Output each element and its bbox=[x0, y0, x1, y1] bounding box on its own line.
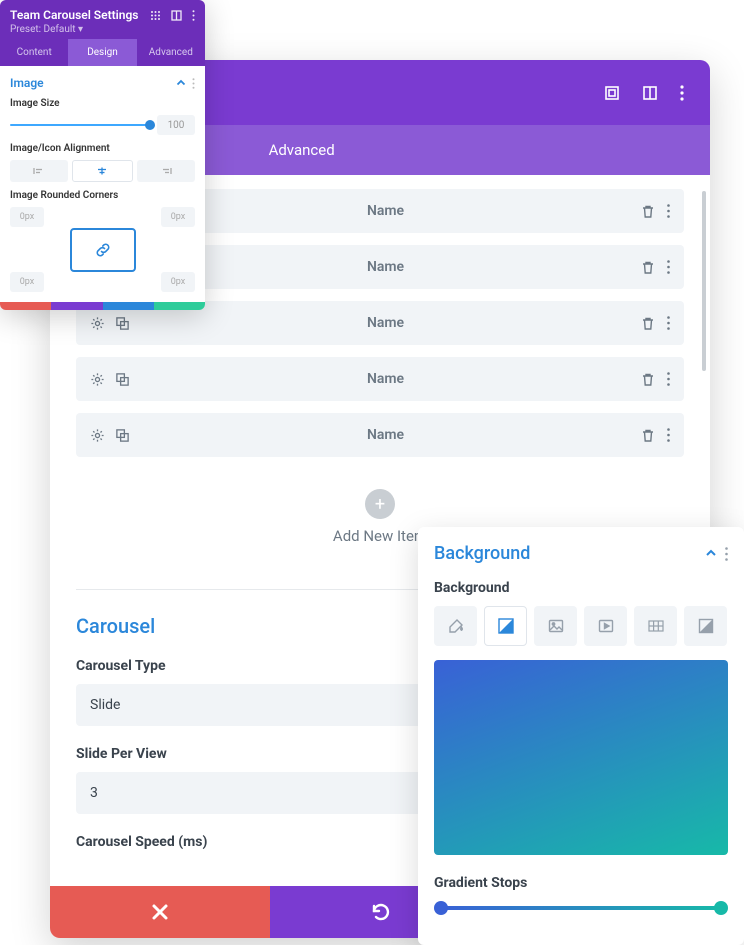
duplicate-icon[interactable] bbox=[115, 372, 130, 387]
duplicate-icon[interactable] bbox=[115, 316, 130, 331]
image-section-header[interactable]: Image bbox=[10, 76, 195, 90]
add-item-button[interactable]: + bbox=[365, 489, 395, 519]
scrollbar[interactable] bbox=[702, 191, 706, 371]
gradient-stop-end[interactable] bbox=[714, 901, 728, 915]
corner-tr-input[interactable]: 0px bbox=[161, 207, 195, 227]
trash-icon[interactable] bbox=[641, 316, 655, 331]
more-icon[interactable] bbox=[680, 85, 684, 101]
small-footer-strip bbox=[0, 302, 205, 310]
small-header: Team Carousel Settings Preset: Default ▾ bbox=[0, 0, 205, 39]
more-icon[interactable] bbox=[192, 10, 195, 21]
corner-bl-input[interactable]: 0px bbox=[10, 272, 44, 292]
more-icon[interactable] bbox=[725, 547, 728, 561]
image-section-title: Image bbox=[10, 76, 44, 90]
tab-advanced[interactable]: Advanced bbox=[137, 39, 205, 66]
tab-content[interactable]: Content bbox=[0, 39, 68, 66]
image-size-label: Image Size bbox=[10, 98, 195, 109]
corner-br-input[interactable]: 0px bbox=[161, 272, 195, 292]
drag-icon[interactable] bbox=[150, 10, 161, 21]
tab-advanced[interactable]: Advanced bbox=[239, 125, 365, 175]
list-item[interactable]: Name bbox=[76, 413, 684, 457]
carousel-type-value: Slide bbox=[90, 697, 120, 713]
cancel-button[interactable] bbox=[50, 886, 270, 938]
bg-gradient-icon[interactable] bbox=[484, 606, 527, 646]
small-tabs: Content Design Advanced bbox=[0, 39, 205, 66]
item-name-label: Name bbox=[130, 371, 641, 387]
settings-header-icons bbox=[604, 85, 684, 101]
corner-tl-input[interactable]: 0px bbox=[10, 207, 44, 227]
gradient-stops-label: Gradient Stops bbox=[434, 875, 728, 891]
tab-design[interactable]: Design bbox=[68, 39, 136, 66]
gradient-stops-slider[interactable] bbox=[434, 901, 728, 915]
bg-mask-icon[interactable] bbox=[684, 606, 727, 646]
duplicate-icon[interactable] bbox=[115, 428, 130, 443]
preset-dropdown[interactable]: Preset: Default ▾ bbox=[10, 24, 195, 35]
chevron-up-icon[interactable] bbox=[705, 547, 717, 561]
columns-icon[interactable] bbox=[171, 10, 182, 21]
bg-image-icon[interactable] bbox=[534, 606, 577, 646]
list-item[interactable]: Name bbox=[76, 357, 684, 401]
image-size-slider[interactable] bbox=[10, 124, 149, 126]
trash-icon[interactable] bbox=[641, 260, 655, 275]
align-right-icon[interactable] bbox=[137, 160, 195, 182]
bg-video-icon[interactable] bbox=[584, 606, 627, 646]
small-body: Image Image Size 100 Image/Icon Alignmen… bbox=[0, 66, 205, 302]
gradient-stop-start[interactable] bbox=[434, 901, 448, 915]
gear-icon[interactable] bbox=[90, 428, 105, 443]
trash-icon[interactable] bbox=[641, 204, 655, 219]
bg-color-icon[interactable] bbox=[434, 606, 477, 646]
item-name-label: Name bbox=[130, 315, 641, 331]
item-name-label: Name bbox=[130, 427, 641, 443]
align-center-icon[interactable] bbox=[72, 160, 132, 182]
expand-icon[interactable] bbox=[604, 85, 620, 101]
small-settings-panel: Team Carousel Settings Preset: Default ▾… bbox=[0, 0, 205, 310]
item-name-label: Name bbox=[130, 203, 641, 219]
more-icon[interactable] bbox=[192, 78, 195, 89]
background-panel: Background Background bbox=[418, 527, 744, 945]
more-icon[interactable] bbox=[667, 204, 670, 219]
gear-icon[interactable] bbox=[90, 316, 105, 331]
more-icon[interactable] bbox=[667, 372, 670, 387]
rounded-corners-control: 0px 0px 0px 0px bbox=[10, 207, 195, 292]
alignment-label: Image/Icon Alignment bbox=[10, 143, 195, 154]
trash-icon[interactable] bbox=[641, 428, 655, 443]
background-type-tabs bbox=[434, 606, 728, 646]
item-name-label: Name bbox=[130, 259, 641, 275]
chevron-up-icon[interactable] bbox=[176, 78, 186, 89]
gear-icon[interactable] bbox=[90, 372, 105, 387]
more-icon[interactable] bbox=[667, 316, 670, 331]
slide-per-view-value: 3 bbox=[90, 785, 98, 801]
align-left-icon[interactable] bbox=[10, 160, 68, 182]
small-title: Team Carousel Settings bbox=[10, 8, 138, 22]
background-section-title[interactable]: Background bbox=[434, 543, 530, 564]
link-corners-icon[interactable] bbox=[70, 228, 136, 272]
more-icon[interactable] bbox=[667, 260, 670, 275]
background-header: Background bbox=[434, 543, 728, 564]
more-icon[interactable] bbox=[667, 428, 670, 443]
columns-icon[interactable] bbox=[642, 85, 658, 101]
image-size-value[interactable]: 100 bbox=[157, 115, 195, 135]
trash-icon[interactable] bbox=[641, 372, 655, 387]
alignment-group bbox=[10, 160, 195, 182]
gradient-track bbox=[440, 906, 722, 910]
corners-label: Image Rounded Corners bbox=[10, 190, 195, 201]
bg-pattern-icon[interactable] bbox=[634, 606, 677, 646]
background-label: Background bbox=[434, 580, 728, 596]
gradient-preview[interactable] bbox=[434, 660, 728, 855]
